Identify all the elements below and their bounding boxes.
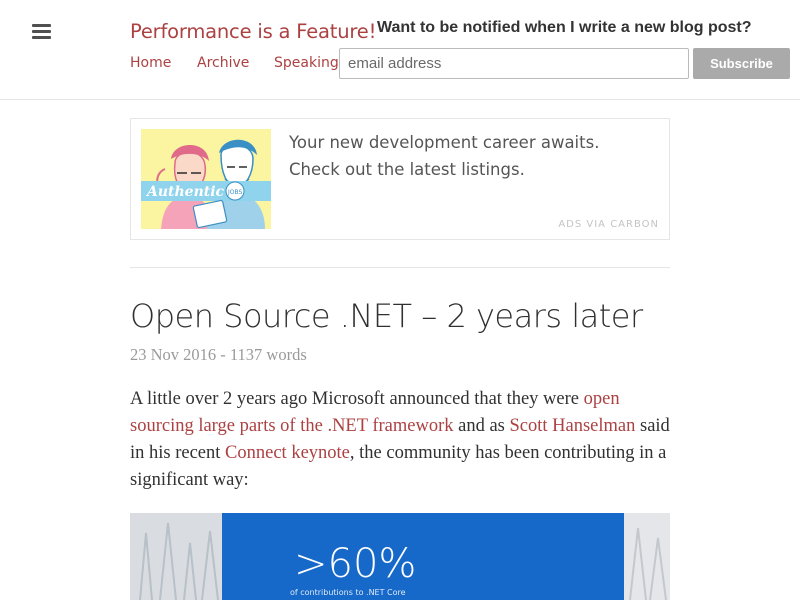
slide-headline: >60%	[294, 541, 417, 587]
post-title: Open Source .NET – 2 years later	[130, 297, 643, 335]
divider	[130, 267, 670, 268]
newsletter-prompt: Want to be notified when I write a new b…	[377, 19, 752, 36]
nav-speaking-link[interactable]: Speaking	[274, 55, 339, 71]
ad-illustration: Authentic JOBS	[141, 129, 271, 229]
email-input[interactable]	[339, 48, 689, 79]
slide-caption: of contributions to .NET Core	[290, 588, 406, 597]
ad-image[interactable]: Authentic JOBS	[141, 129, 271, 229]
scott-hanselman-link[interactable]: Scott Hanselman	[509, 416, 635, 436]
hamburger-menu-icon[interactable]	[32, 24, 51, 40]
subscribe-button[interactable]: Subscribe	[693, 48, 790, 79]
nav-home-link[interactable]: Home	[130, 55, 171, 71]
site-title-link[interactable]: Performance is a Feature!	[130, 20, 376, 43]
ad-badge-text: JOBS	[227, 189, 243, 196]
post-meta: 23 Nov 2016 - 1137 words	[130, 345, 307, 364]
ads-via-carbon-link[interactable]: ADS VIA CARBON	[558, 219, 659, 230]
intro-text-1: A little over 2 years ago Microsoft anno…	[130, 389, 584, 409]
carbon-ad: Authentic JOBS Your new development care…	[130, 118, 670, 240]
intro-text-2: and as	[453, 416, 510, 436]
connect-keynote-link[interactable]: Connect keynote	[225, 443, 350, 463]
nav-archive-link[interactable]: Archive	[197, 55, 249, 71]
ad-logo-text: Authentic	[145, 184, 225, 200]
presentation-screen	[222, 513, 624, 600]
post-intro-paragraph: A little over 2 years ago Microsoft anno…	[130, 386, 675, 494]
keynote-photo: >60% of contributions to .NET Core	[130, 513, 670, 600]
ad-text-link[interactable]: Your new development career awaits. Chec…	[289, 129, 649, 183]
site-header: Performance is a Feature! Home Archive S…	[0, 0, 800, 100]
